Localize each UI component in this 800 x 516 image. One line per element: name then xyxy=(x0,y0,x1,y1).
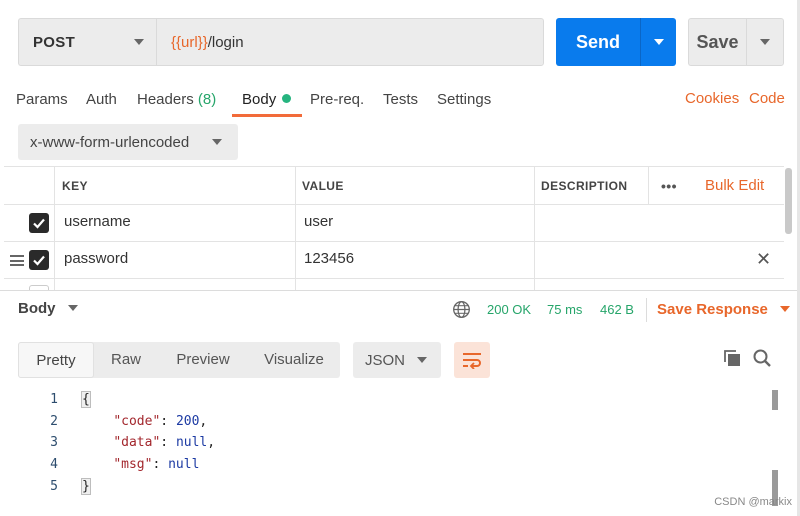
search-icon[interactable] xyxy=(752,348,772,371)
param-key[interactable]: password xyxy=(64,241,128,277)
code-scrollbar[interactable] xyxy=(772,390,778,410)
view-pretty-button[interactable]: Pretty xyxy=(18,342,94,378)
tab-headers[interactable]: Headers (8) xyxy=(137,90,216,116)
code-text: "msg": null xyxy=(113,457,200,472)
view-raw-button[interactable]: Raw xyxy=(98,342,154,378)
line-number: 5 xyxy=(50,479,58,494)
chevron-down-icon xyxy=(760,39,770,45)
param-value[interactable]: user xyxy=(304,204,333,240)
modified-dot-icon xyxy=(282,94,292,103)
body-type-label: x-www-form-urlencoded xyxy=(30,133,190,151)
column-header-value: VALUE xyxy=(302,179,344,193)
method-label: POST xyxy=(33,33,76,51)
response-divider xyxy=(0,290,800,291)
code-line: } xyxy=(81,478,91,495)
more-options-icon[interactable]: ••• xyxy=(661,167,677,205)
view-mode-group: Pretty Raw Preview Visualize xyxy=(18,342,340,378)
code-line: { xyxy=(81,391,91,408)
params-scrollbar[interactable] xyxy=(785,168,792,234)
response-size[interactable]: 462 B xyxy=(600,302,634,317)
url-path: /login xyxy=(207,33,244,51)
tab-body[interactable]: Body xyxy=(242,90,292,116)
code-line: "code": 200, xyxy=(82,414,207,429)
wrap-lines-button[interactable] xyxy=(454,342,490,378)
save-response-label: Save Response xyxy=(657,301,768,318)
params-table: KEY VALUE DESCRIPTION ••• Bulk Edit user… xyxy=(4,166,784,290)
line-number: 1 xyxy=(50,392,58,407)
save-response-button[interactable]: Save Response xyxy=(657,301,791,318)
chevron-down-icon xyxy=(780,306,791,312)
param-key[interactable]: username xyxy=(64,204,131,240)
tab-label: Auth xyxy=(86,91,117,108)
status-badge[interactable]: 200 OK xyxy=(487,302,531,317)
tab-label: Tests xyxy=(383,91,419,108)
watermark: CSDN @markix xyxy=(714,496,792,508)
response-time[interactable]: 75 ms xyxy=(547,302,582,317)
tab-label: Settings xyxy=(437,91,492,108)
separator xyxy=(646,298,647,322)
url-input[interactable]: {{url}}/login xyxy=(156,18,544,66)
delete-row-icon[interactable]: ✕ xyxy=(756,241,771,277)
headers-count: (8) xyxy=(197,91,217,108)
view-visualize-button[interactable]: Visualize xyxy=(252,342,336,378)
chevron-down-icon xyxy=(653,39,664,45)
check-icon xyxy=(33,218,45,229)
method-select[interactable]: POST xyxy=(18,18,156,66)
row-checkbox[interactable] xyxy=(29,250,49,270)
wrap-icon xyxy=(463,353,481,369)
column-header-key: KEY xyxy=(62,179,88,193)
save-button[interactable]: Save xyxy=(688,18,746,66)
tab-params[interactable]: Params xyxy=(16,90,68,116)
tab-settings[interactable]: Settings xyxy=(437,90,491,116)
bulk-edit-link[interactable]: Bulk Edit xyxy=(705,167,764,205)
code-text: "data": null, xyxy=(113,435,216,450)
globe-icon[interactable] xyxy=(452,300,471,322)
response-body-label: Body xyxy=(18,300,56,317)
code-line: "msg": null xyxy=(82,457,199,472)
save-options-button[interactable] xyxy=(746,18,784,66)
code-text: } xyxy=(81,478,91,495)
code-line: "data": null, xyxy=(82,435,215,450)
drag-handle-icon[interactable] xyxy=(10,255,24,266)
view-preview-button[interactable]: Preview xyxy=(164,342,242,378)
tab-label: Pre-req. xyxy=(310,91,365,108)
tab-pre-request[interactable]: Pre-req. xyxy=(310,90,364,116)
copy-icon[interactable] xyxy=(722,348,742,371)
chevron-down-icon xyxy=(67,305,78,311)
line-number: 3 xyxy=(50,435,58,450)
active-tab-indicator xyxy=(232,114,302,117)
chevron-down-icon xyxy=(212,139,222,145)
tab-label: Headers xyxy=(137,91,194,108)
code-text: { xyxy=(81,391,91,408)
line-number: 4 xyxy=(50,457,58,472)
tab-tests[interactable]: Tests xyxy=(383,90,418,116)
tab-label: Params xyxy=(16,91,68,108)
row-checkbox[interactable] xyxy=(29,213,49,233)
param-value[interactable]: 123456 xyxy=(304,241,354,277)
code-link[interactable]: Code xyxy=(749,90,785,107)
chevron-down-icon xyxy=(134,39,144,45)
send-options-button[interactable] xyxy=(640,18,676,66)
line-number: 2 xyxy=(50,414,58,429)
format-select[interactable]: JSON xyxy=(353,342,441,378)
tab-auth[interactable]: Auth xyxy=(86,90,117,116)
code-text: "code": 200, xyxy=(113,414,208,429)
chevron-down-icon xyxy=(417,357,427,363)
url-variable: {{url}} xyxy=(171,33,208,51)
column-header-description: DESCRIPTION xyxy=(541,179,628,193)
format-label: JSON xyxy=(365,351,406,369)
check-icon xyxy=(33,255,45,266)
send-button[interactable]: Send xyxy=(556,18,640,66)
tab-label: Body xyxy=(242,91,277,108)
response-body-select[interactable]: Body xyxy=(18,300,78,317)
cookies-link[interactable]: Cookies xyxy=(685,90,739,107)
body-type-select[interactable]: x-www-form-urlencoded xyxy=(18,124,238,160)
